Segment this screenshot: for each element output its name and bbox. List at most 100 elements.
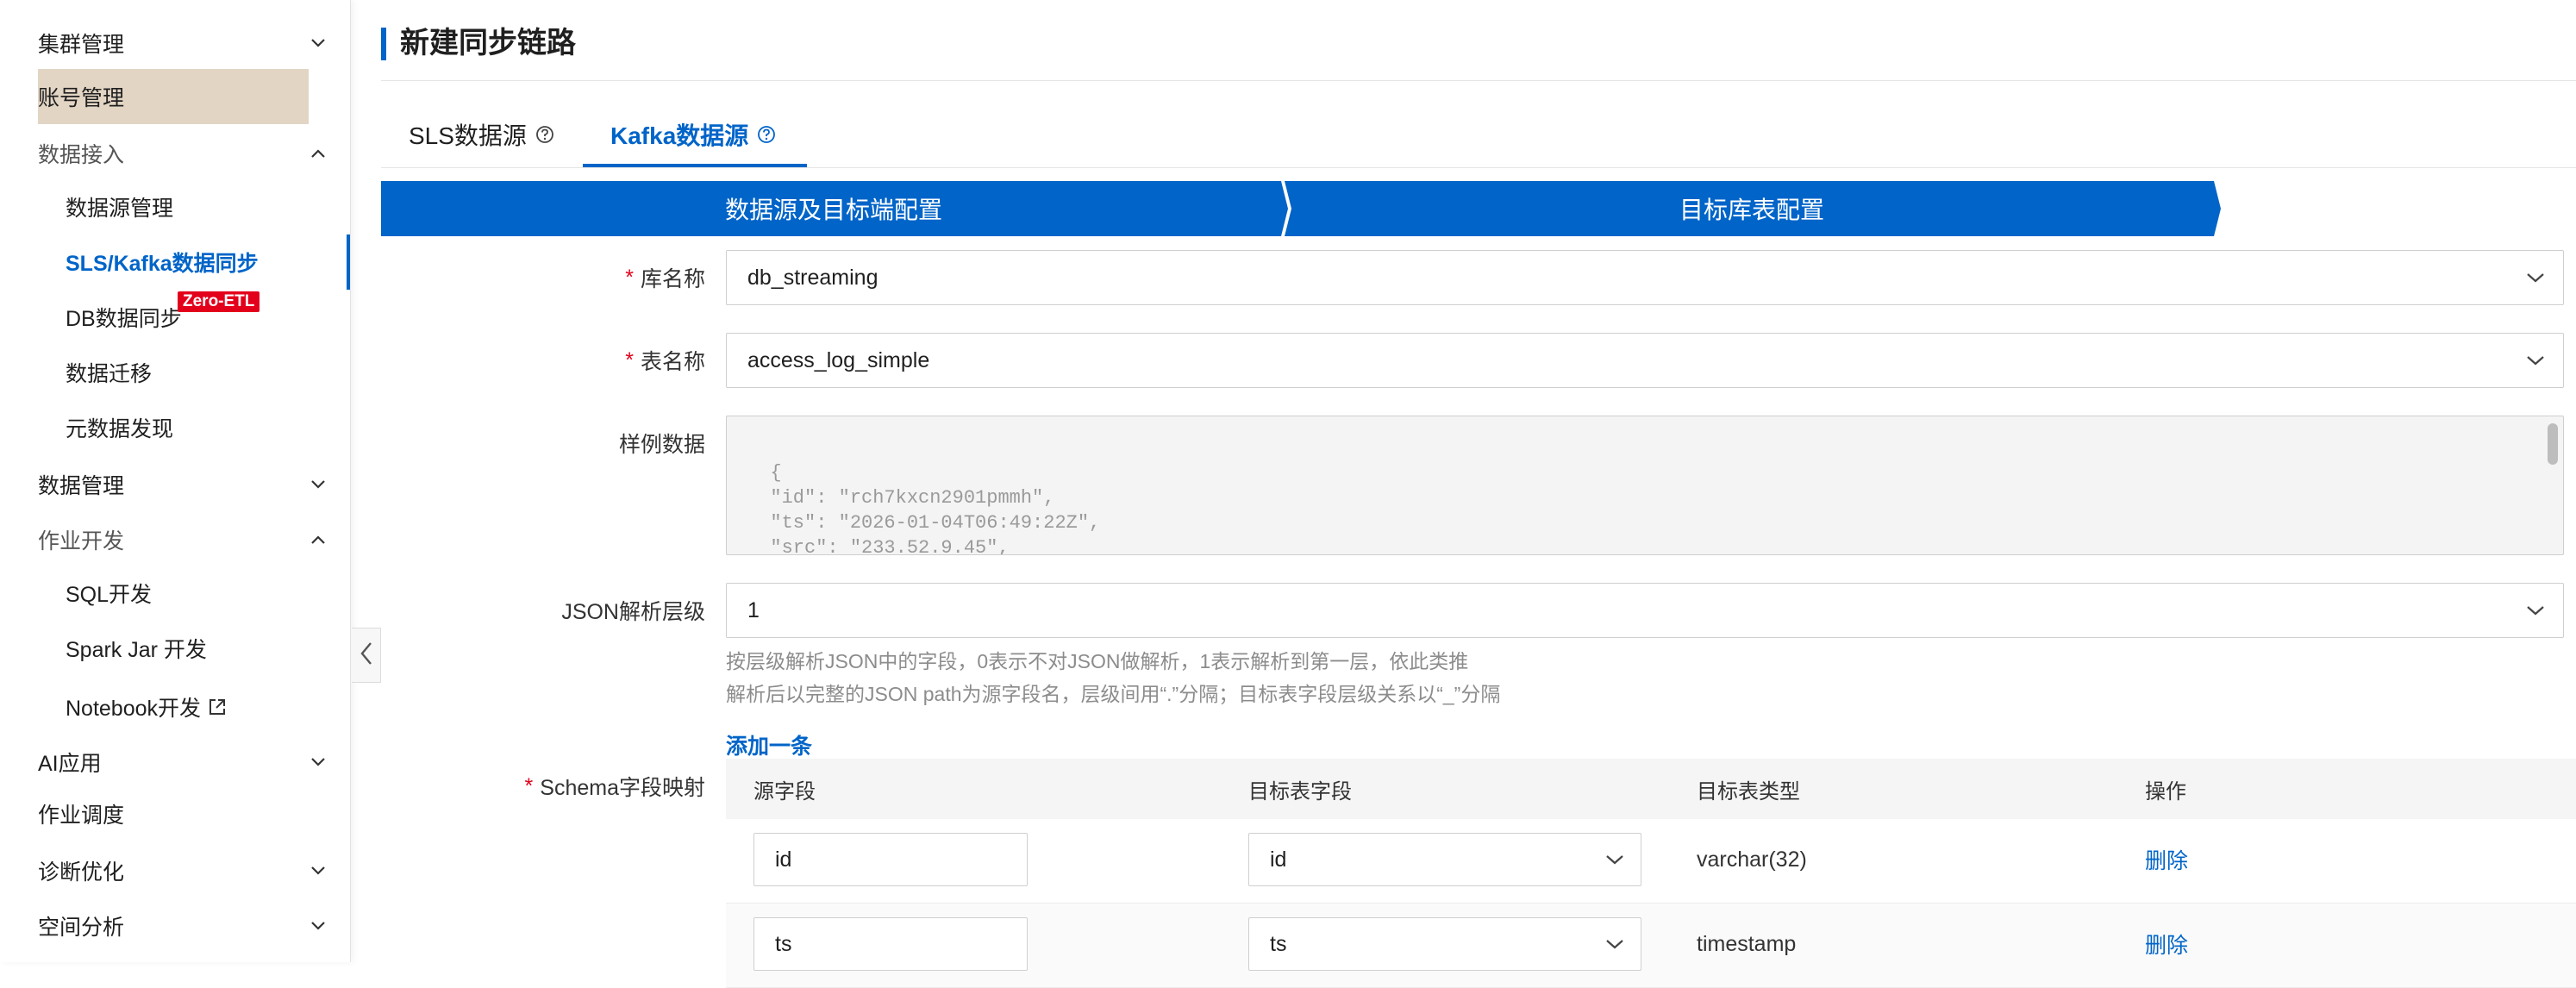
sidebar-item-data-ingest[interactable]: 数据接入 bbox=[0, 126, 350, 181]
sidebar-item-sls-kafka-sync[interactable]: SLS/Kafka数据同步 bbox=[0, 234, 350, 290]
schema-mapping-table: 源字段 目标表字段 目标表类型 操作 id id varchar(32) 删除 … bbox=[726, 759, 2576, 988]
sidebar-item-label: 集群管理 bbox=[38, 33, 125, 57]
json-level-label: JSON解析层级 bbox=[360, 593, 705, 628]
sidebar-item-job-dev[interactable]: 作业开发 bbox=[0, 512, 350, 567]
sidebar-item-data-mgmt[interactable]: 数据管理 bbox=[0, 457, 350, 512]
json-level-help-1: 按层级解析JSON中的字段，0表示不对JSON做解析，1表示解析到第一层，依此类… bbox=[726, 650, 1469, 672]
sample-data-value: { "id": "rch7kxcn2901pmmh", "ts": "2026-… bbox=[770, 462, 1101, 555]
page-title: 新建同步链路 bbox=[400, 27, 576, 59]
column-header-source: 源字段 bbox=[753, 779, 816, 804]
chevron-down-icon bbox=[2523, 266, 2548, 290]
json-level-label-text: JSON解析层级 bbox=[561, 600, 705, 624]
json-level-help-2: 解析后以完整的JSON path为源字段名，层级间用“.”分隔；目标表字段层级关… bbox=[726, 683, 1501, 705]
delete-row-link[interactable]: 删除 bbox=[2145, 917, 2188, 971]
help-circle-icon[interactable] bbox=[757, 125, 776, 144]
sidebar-item-sql-dev[interactable]: SQL开发 bbox=[0, 566, 350, 621]
sidebar-item-metadata[interactable]: 元数据发现 bbox=[0, 400, 350, 455]
required-mark: * bbox=[625, 347, 634, 372]
chevron-down-icon bbox=[2523, 598, 2548, 622]
sidebar-item-label: 元数据发现 bbox=[66, 417, 174, 441]
sidebar-item-label: 账号管理 bbox=[38, 86, 125, 110]
step-1-label: 数据源及目标端配置 bbox=[724, 197, 942, 223]
chevron-down-icon bbox=[2523, 348, 2548, 372]
table-label: * 表名称 bbox=[360, 343, 705, 378]
add-row-link[interactable]: 添加一条 bbox=[726, 729, 812, 760]
sample-data-textarea[interactable]: { "id": "rch7kxcn2901pmmh", "ts": "2026-… bbox=[726, 416, 2564, 555]
source-tabs: SLS数据源 Kafka数据源 bbox=[381, 102, 2576, 168]
tab-active-underline bbox=[583, 164, 807, 167]
table-header bbox=[726, 759, 2576, 819]
target-type: varchar(32) bbox=[1697, 847, 1807, 872]
sidebar-item-label: 诊断优化 bbox=[38, 860, 125, 885]
sample-label-text: 样例数据 bbox=[618, 433, 705, 457]
database-label: * 库名称 bbox=[360, 260, 705, 295]
chevron-down-icon bbox=[305, 30, 331, 56]
sidebar-item-diagnose[interactable]: 诊断优化 bbox=[0, 843, 350, 898]
chevron-down-icon bbox=[305, 472, 331, 497]
sidebar-item-label: SLS/Kafka数据同步 bbox=[66, 252, 259, 276]
chevron-left-icon bbox=[360, 641, 373, 670]
zero-etl-badge: Zero-ETL bbox=[178, 291, 260, 312]
chevron-up-icon bbox=[305, 527, 331, 553]
sidebar-item-spark-jar[interactable]: Spark Jar 开发 bbox=[0, 621, 350, 676]
help-circle-icon[interactable] bbox=[535, 125, 554, 144]
sidebar-item-label: DB数据同步 bbox=[66, 307, 182, 331]
sidebar-item-ai-app[interactable]: AI应用 bbox=[0, 735, 350, 790]
sidebar-collapse-button[interactable] bbox=[352, 628, 381, 683]
tab-kafka-source[interactable]: Kafka数据源 bbox=[610, 102, 776, 167]
column-header-target: 目标表字段 bbox=[1248, 779, 1352, 804]
sidebar-item-db-sync[interactable]: DB数据同步 bbox=[0, 290, 350, 345]
target-type: timestamp bbox=[1697, 931, 1797, 956]
json-level-value: 1 bbox=[747, 597, 760, 622]
chevron-down-icon bbox=[305, 749, 331, 775]
chevron-down-icon bbox=[305, 913, 331, 939]
title-accent-bar bbox=[381, 28, 386, 60]
step-progress: 数据源及目标端配置 目标库表配置 bbox=[381, 181, 2576, 236]
sidebar-item-migration[interactable]: 数据迁移 bbox=[0, 345, 350, 400]
target-field-select[interactable]: ts bbox=[1248, 917, 1641, 971]
table-select[interactable]: access_log_simple bbox=[726, 333, 2564, 388]
database-value: db_streaming bbox=[747, 265, 878, 290]
column-header-type: 目标表类型 bbox=[1697, 779, 1800, 804]
required-mark: * bbox=[625, 265, 634, 290]
required-mark: * bbox=[524, 773, 534, 798]
sample-label: 样例数据 bbox=[360, 426, 705, 460]
tab-label: Kafka数据源 bbox=[610, 122, 749, 149]
sidebar-item-label: 数据源管理 bbox=[66, 197, 174, 221]
database-select[interactable]: db_streaming bbox=[726, 250, 2564, 305]
chevron-down-icon bbox=[305, 858, 331, 884]
target-field-select[interactable]: id bbox=[1248, 833, 1641, 886]
sidebar-item-spatial[interactable]: 空间分析 bbox=[0, 898, 350, 954]
column-header-action: 操作 bbox=[2145, 779, 2186, 804]
textarea-scrollbar[interactable] bbox=[2548, 423, 2558, 465]
source-field-value: id bbox=[775, 847, 792, 872]
sidebar-item-datasource[interactable]: 数据源管理 bbox=[0, 179, 350, 234]
chevron-down-icon bbox=[1603, 847, 1627, 872]
sidebar-item-label: 作业调度 bbox=[38, 804, 125, 828]
sidebar-item-label: 数据迁移 bbox=[66, 362, 153, 386]
sidebar-item-account[interactable]: 账号管理 bbox=[38, 69, 309, 124]
sidebar-item-label: 数据管理 bbox=[38, 474, 125, 498]
source-field-input[interactable]: id bbox=[753, 833, 1028, 886]
chevron-up-icon bbox=[305, 141, 331, 166]
sidebar-item-label: 空间分析 bbox=[38, 916, 125, 940]
source-field-input[interactable]: ts bbox=[753, 917, 1028, 971]
schema-label: * Schema字段映射 bbox=[360, 769, 705, 804]
target-field-value: ts bbox=[1270, 931, 1287, 956]
tab-sls-source[interactable]: SLS数据源 bbox=[409, 102, 554, 167]
active-indicator bbox=[347, 234, 350, 290]
sidebar-item-label: AI应用 bbox=[38, 752, 102, 776]
sidebar-item-label: SQL开发 bbox=[66, 583, 153, 607]
database-label-text: 库名称 bbox=[640, 267, 705, 291]
table-label-text: 表名称 bbox=[640, 350, 705, 374]
source-field-value: ts bbox=[775, 931, 792, 956]
sidebar-item-job-schedule[interactable]: 作业调度 bbox=[0, 786, 350, 841]
sidebar-item-cluster[interactable]: 集群管理 bbox=[0, 16, 350, 71]
sidebar-item-label: 作业开发 bbox=[38, 529, 125, 553]
table-value: access_log_simple bbox=[747, 347, 930, 372]
sidebar-item-notebook[interactable]: Notebook开发 bbox=[0, 679, 350, 735]
chevron-down-icon bbox=[1603, 932, 1627, 956]
json-level-select[interactable]: 1 bbox=[726, 583, 2564, 638]
sidebar-nav: 集群管理 账号管理 数据接入 数据源管理 SLS/Kafka数据同步 DB数据同… bbox=[0, 0, 351, 962]
delete-row-link[interactable]: 删除 bbox=[2145, 833, 2188, 886]
